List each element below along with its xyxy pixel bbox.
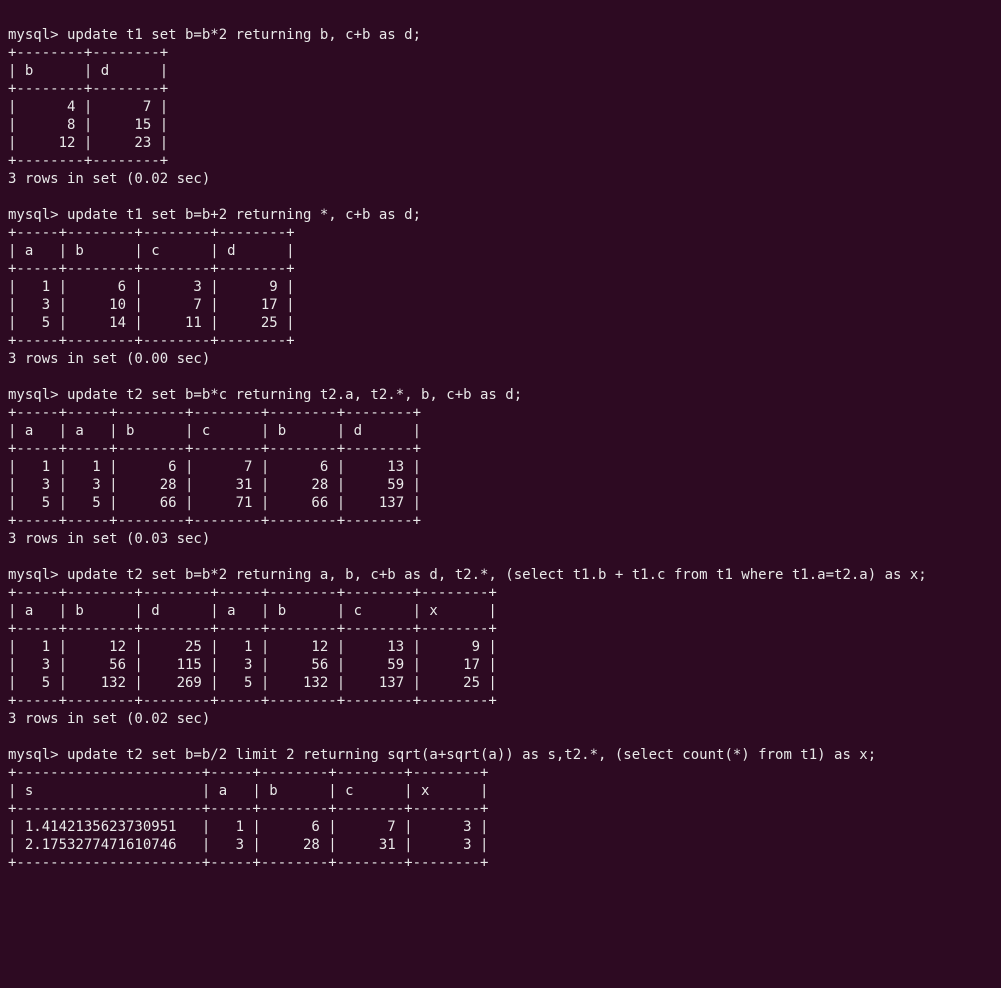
terminal-output: mysql> update t1 set b=b*2 returning b, … xyxy=(8,26,993,872)
